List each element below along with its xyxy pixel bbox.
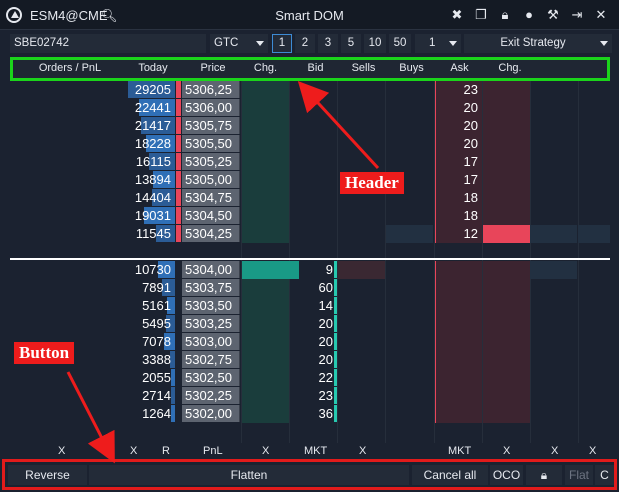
header-annotation: Header [340, 172, 404, 194]
button-annotation: Button [14, 342, 75, 364]
annotation-arrows [66, 80, 380, 464]
header-arrow [297, 80, 380, 170]
button-arrow [66, 371, 115, 464]
